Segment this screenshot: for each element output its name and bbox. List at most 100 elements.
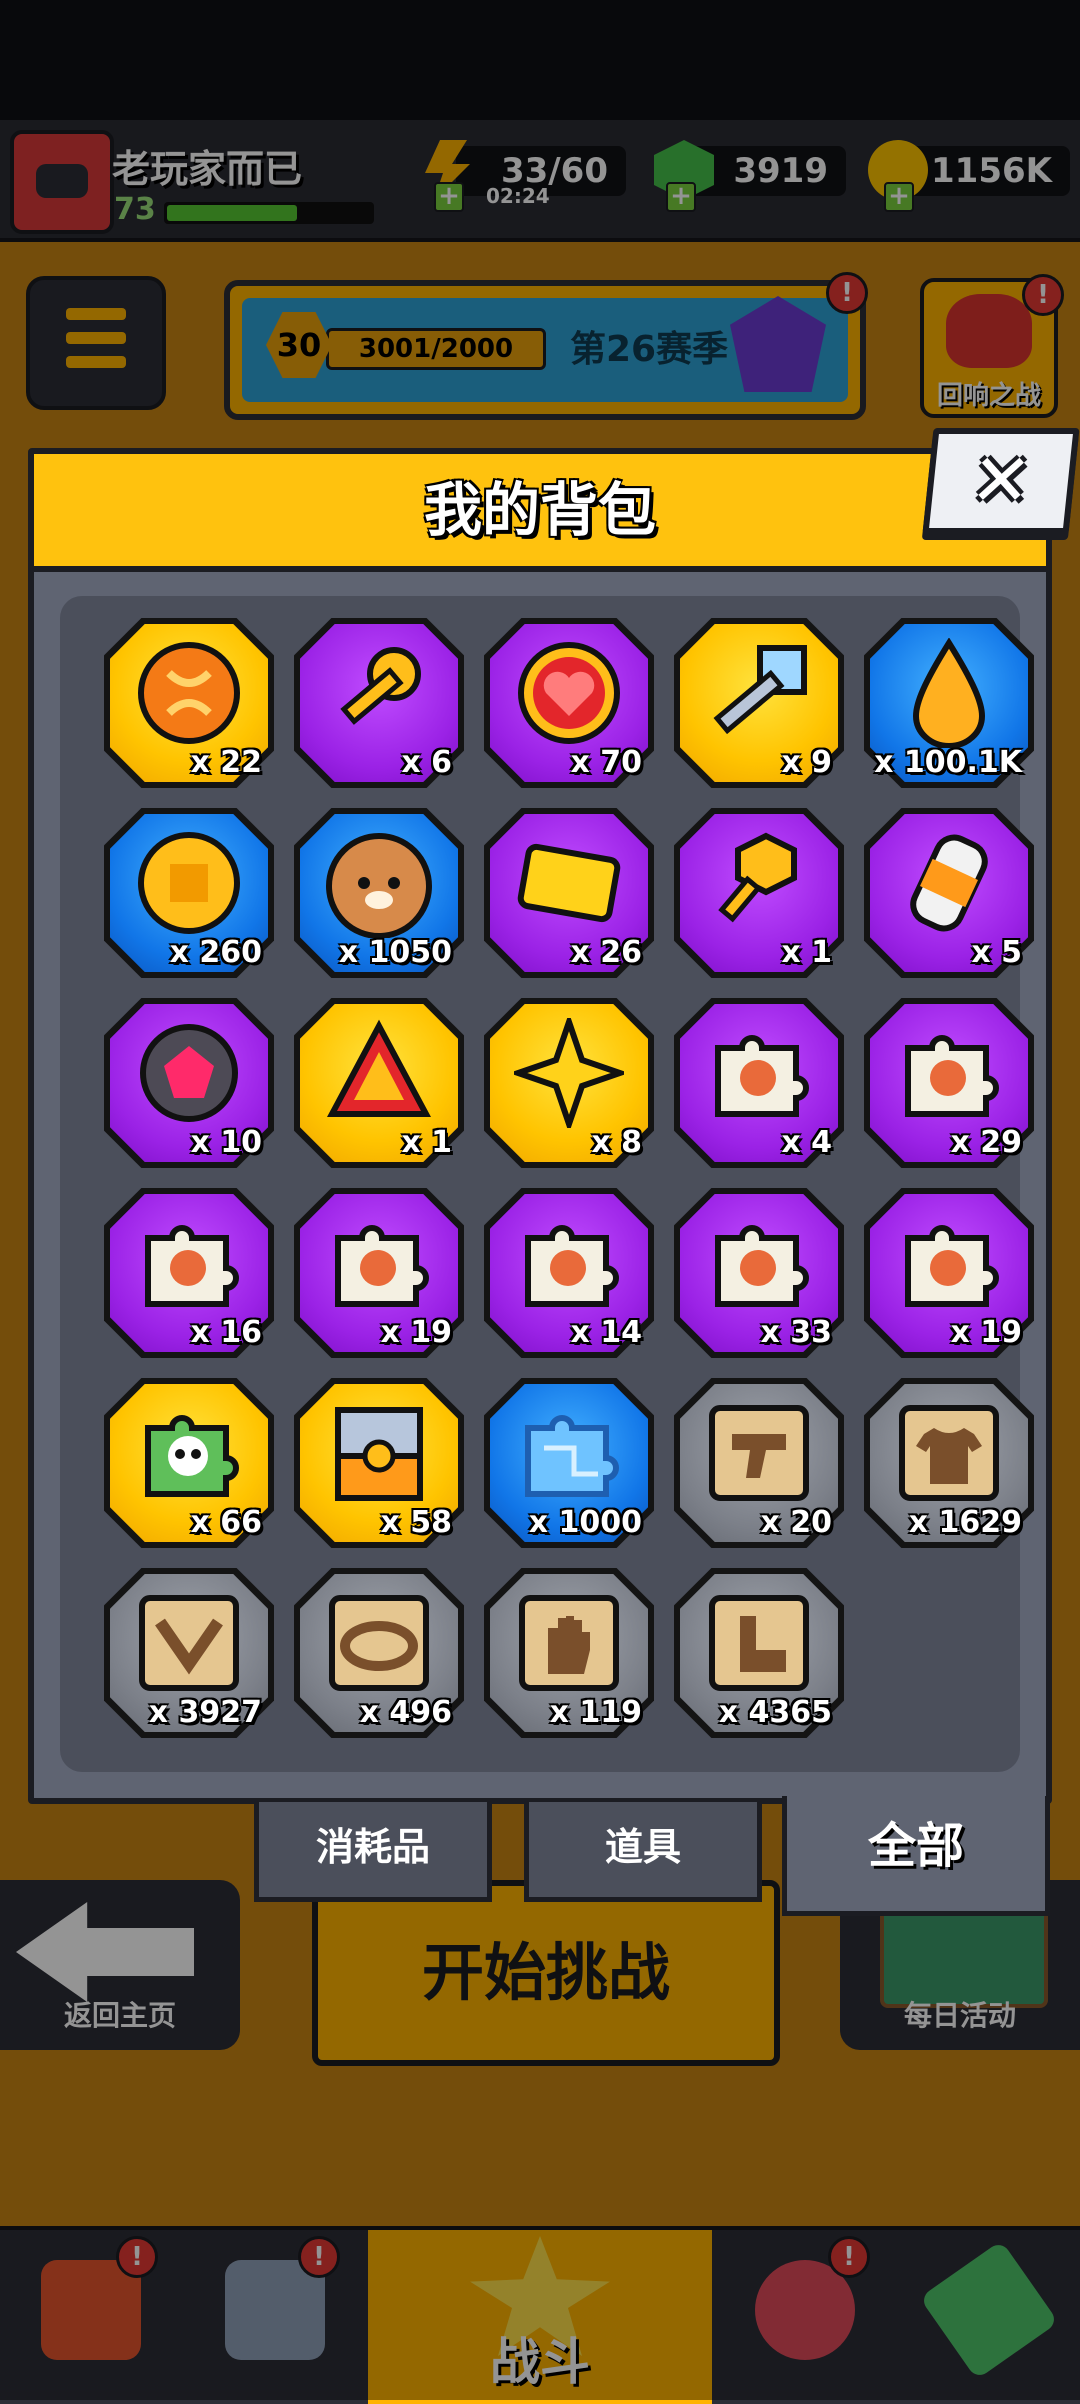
item-count: x 20 [760, 1505, 832, 1540]
tab-props[interactable]: 道具 [524, 1802, 762, 1902]
inventory-item[interactable]: x 26 [484, 808, 654, 978]
nav-battle-label: 战斗 [490, 2333, 590, 2391]
item-count: x 33 [760, 1315, 832, 1350]
avatar[interactable] [10, 130, 114, 234]
item-count: x 6 [401, 745, 452, 780]
item-count: x 4365 [718, 1695, 832, 1730]
item-count: x 100.1K [874, 745, 1022, 780]
item-count: x 14 [570, 1315, 642, 1350]
inventory-item[interactable]: x 19 [294, 1188, 464, 1358]
item-count: x 1 [401, 1125, 452, 1160]
add-energy-button[interactable]: + [434, 182, 464, 212]
nav-tab-shop[interactable] [0, 2230, 186, 2404]
hex-key-icon [718, 832, 797, 923]
inventory-item[interactable]: x 16 [104, 1188, 274, 1358]
season-name: 第26赛季 [570, 329, 729, 370]
inventory-item[interactable]: x 1000 [484, 1378, 654, 1548]
item-count: x 1629 [908, 1505, 1022, 1540]
crystal-key-icon [713, 645, 807, 735]
inventory-item[interactable]: x 5 [864, 808, 1034, 978]
back-home-button[interactable]: 返回主页 [0, 1880, 240, 2050]
dog-cookie-icon [326, 833, 432, 938]
equipment-alert-icon: ! [298, 2236, 340, 2278]
inventory-item[interactable]: x 3927 [104, 1568, 274, 1738]
circuit-puzzle-icon [525, 1415, 619, 1497]
inventory-item[interactable]: x 66 [104, 1378, 274, 1548]
season-banner[interactable]: 3001/2000 30 第26赛季 [224, 280, 866, 420]
modal-title: 我的背包 [423, 476, 656, 544]
inventory-item[interactable]: x 4 [674, 998, 844, 1168]
tab-all[interactable]: 全部 [782, 1796, 1050, 1916]
inventory-item[interactable]: x 6 [294, 618, 464, 788]
item-count: x 26 [570, 935, 642, 970]
item-count: x 10 [190, 1125, 262, 1160]
inventory-item[interactable]: x 1629 [864, 1378, 1034, 1548]
inventory-item[interactable]: x 4365 [674, 1568, 844, 1738]
player-level: 73 [114, 192, 156, 227]
blueprint-belt-icon [329, 1595, 429, 1691]
heart-medal-icon [518, 642, 620, 744]
inventory-item[interactable]: x 29 [864, 998, 1034, 1168]
item-grid: x 22 x 6 x 70 x 9 x 100.1K x 260 x 1050 x 26 x 1… [60, 596, 1034, 1772]
heroes-alert-icon: ! [828, 2236, 870, 2278]
back-home-label: 返回主页 [63, 1999, 176, 2032]
inventory-item[interactable]: x 22 [104, 618, 274, 788]
puzzle-hero-icon [715, 1225, 809, 1307]
blueprint-shirt-icon [899, 1405, 999, 1501]
add-gems-button[interactable]: + [666, 182, 696, 212]
blueprint-boot-icon [709, 1595, 809, 1691]
modal-header: 我的背包 [34, 454, 1046, 572]
puzzle-hero-icon [335, 1225, 429, 1307]
inventory-item[interactable]: x 496 [294, 1568, 464, 1738]
xp-bar [164, 202, 374, 224]
item-count: x 3927 [148, 1695, 262, 1730]
start-challenge-button[interactable]: 开始挑战 [312, 1880, 780, 2066]
inventory-item[interactable]: x 119 [484, 1568, 654, 1738]
item-count: x 1000 [528, 1505, 642, 1540]
echo-alert-icon: ! [1022, 274, 1064, 316]
inventory-item[interactable]: x 58 [294, 1378, 464, 1548]
inventory-item[interactable]: x 1 [674, 808, 844, 978]
gold-key-icon [340, 647, 421, 725]
puzzle-hero-icon [905, 1035, 999, 1117]
inventory-item[interactable]: x 10 [104, 998, 274, 1168]
blueprint-necklace-icon [139, 1595, 239, 1691]
tab-consumables[interactable]: 消耗品 [254, 1802, 492, 1902]
item-count: x 19 [950, 1315, 1022, 1350]
item-count: x 16 [190, 1315, 262, 1350]
nav-tab-equipment[interactable] [182, 2230, 372, 2404]
inventory-item[interactable]: x 8 [484, 998, 654, 1168]
dna-tube-icon [919, 2240, 1059, 2380]
back-arrow-icon [16, 1902, 194, 2002]
item-count: x 8 [591, 1125, 642, 1160]
puzzle-skull-icon [145, 1415, 239, 1497]
season-alert-icon: ! [826, 272, 868, 314]
item-count: x 29 [950, 1125, 1022, 1160]
add-coins-button[interactable]: + [884, 182, 914, 212]
nav-tab-research[interactable] [898, 2230, 1080, 2404]
inventory-item[interactable]: x 100.1K [864, 618, 1034, 788]
puzzle-hero-icon [525, 1225, 619, 1307]
close-button[interactable]: ✕ [922, 428, 1080, 534]
demon-face-icon [946, 294, 1032, 368]
inventory-item[interactable]: x 20 [674, 1378, 844, 1548]
item-count: x 260 [169, 935, 262, 970]
item-count: x 70 [570, 745, 642, 780]
shop-alert-icon: ! [116, 2236, 158, 2278]
inventory-item[interactable]: x 19 [864, 1188, 1034, 1358]
item-count: x 22 [190, 745, 262, 780]
orange-dna-orb-icon [138, 642, 240, 744]
inventory-item[interactable]: x 70 [484, 618, 654, 788]
menu-button[interactable] [26, 276, 166, 410]
inventory-item[interactable]: x 1050 [294, 808, 464, 978]
nav-tab-battle[interactable]: 战斗 [368, 2230, 716, 2404]
gold-ticket-icon [517, 843, 621, 923]
inventory-item[interactable]: x 260 [104, 808, 274, 978]
item-count: x 1050 [338, 935, 452, 970]
ruby-orb-icon [140, 1024, 238, 1122]
inventory-item[interactable]: x 14 [484, 1188, 654, 1358]
nav-tab-heroes[interactable] [712, 2230, 902, 2404]
inventory-item[interactable]: x 33 [674, 1188, 844, 1358]
inventory-item[interactable]: x 1 [294, 998, 464, 1168]
inventory-item[interactable]: x 9 [674, 618, 844, 788]
